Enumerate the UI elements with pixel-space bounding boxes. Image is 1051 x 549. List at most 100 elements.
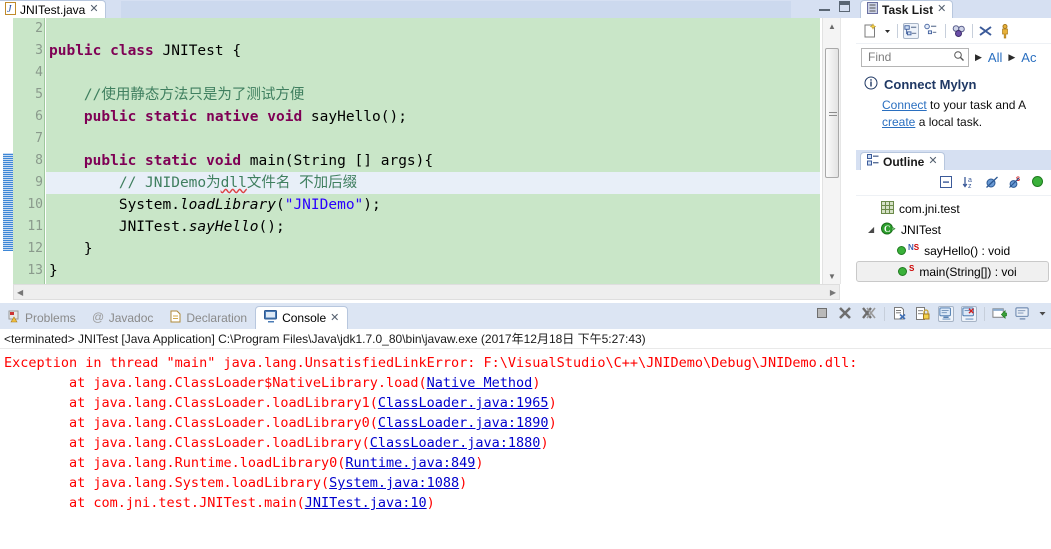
new-task-icon[interactable] — [862, 22, 878, 39]
focus-on-workweek-icon[interactable] — [951, 23, 967, 39]
connect-mylyn-line2-rest: a local task. — [915, 115, 983, 129]
console-line-text: ) — [532, 375, 541, 391]
tab-task-list-label: Task List — [882, 2, 934, 17]
stack-trace-link[interactable]: System.java:1088 — [329, 475, 459, 491]
stack-trace-link[interactable]: JNITest.java:10 — [305, 495, 427, 511]
editor-tab-label: JNITest.java — [20, 2, 86, 17]
hide-static-icon[interactable]: S — [1008, 175, 1024, 191]
line-number: 12 — [27, 241, 43, 256]
console-tab-label: Declaration — [186, 311, 248, 325]
clear-console-icon[interactable] — [892, 306, 908, 322]
hide-fields-icon[interactable] — [985, 175, 1001, 191]
console-tab-label: Console — [282, 311, 327, 325]
scheduled-view-icon[interactable] — [924, 23, 940, 39]
code-token: public — [49, 43, 111, 59]
code-token: (); — [258, 219, 285, 235]
view-menu-icon[interactable] — [999, 23, 1015, 39]
code-token: loadLibrary — [179, 197, 276, 213]
view-menu-dropdown-icon[interactable] — [1038, 306, 1047, 322]
filter-all-arrow-icon[interactable]: ▶ — [975, 52, 982, 63]
toolbar-separator — [884, 307, 885, 321]
editor-vertical-scrollbar[interactable]: ▲ ▼ — [822, 18, 840, 284]
scroll-right-icon[interactable]: ▶ — [830, 288, 836, 297]
minimize-icon[interactable] — [819, 3, 830, 11]
console-tab-problems[interactable]: Problems — [0, 307, 84, 329]
code-line: JNITest.sayHello(); — [46, 216, 820, 238]
remove-launch-icon[interactable] — [838, 306, 854, 322]
open-console-icon[interactable] — [992, 306, 1008, 322]
remove-all-terminated-icon[interactable] — [861, 306, 877, 322]
console-output[interactable]: Exception in thread "main" java.lang.Uns… — [0, 349, 1051, 513]
display-selected-console-icon[interactable] — [961, 306, 977, 322]
code-token: } — [49, 263, 58, 279]
overview-ruler[interactable] — [840, 18, 856, 284]
console-output-line: at java.lang.Runtime.loadLibrary0(Runtim… — [4, 453, 1051, 473]
toolbar-separator — [945, 23, 946, 38]
collapse-all-icon[interactable] — [978, 23, 994, 39]
collapse-all-icon[interactable] — [939, 175, 955, 191]
outline-panel: Outline ✕ a z S com.jni.test ◢ C JNITest… — [856, 152, 1051, 303]
search-icon[interactable] — [953, 50, 965, 65]
editor-tab-jnitest[interactable]: J JNITest.java ✕ — [0, 0, 106, 18]
code-text[interactable]: public class JNITest { //使用静态方法只是为了测试方便 … — [46, 18, 820, 284]
stack-trace-link[interactable]: ClassLoader.java:1965 — [378, 395, 549, 411]
outline-tree[interactable]: com.jni.test ◢ C JNITest NS sayHello() : void… — [856, 196, 1051, 282]
tab-outline[interactable]: Outline ✕ — [860, 152, 945, 170]
stack-trace-link[interactable]: Native Method — [427, 375, 533, 391]
code-token: ( — [275, 197, 285, 213]
new-task-dropdown-icon[interactable] — [883, 23, 892, 39]
stack-trace-link[interactable]: ClassLoader.java:1890 — [378, 415, 549, 431]
console-tab-javadoc[interactable]: @ Javadoc — [84, 307, 162, 329]
terminate-icon[interactable] — [815, 306, 831, 322]
console-line-text: at java.lang.ClassLoader$NativeLibrary.l… — [4, 375, 427, 391]
tab-task-list[interactable]: Task List ✕ — [860, 0, 954, 18]
console-tab-declaration[interactable]: Declaration — [161, 307, 255, 329]
console-tab-console[interactable]: Console ✕ — [255, 306, 349, 329]
method-icon — [897, 244, 906, 258]
console-view-menu-icon[interactable] — [1015, 306, 1031, 322]
expand-arrow-icon[interactable]: ◢ — [868, 225, 876, 234]
stack-trace-link[interactable]: Runtime.java:849 — [345, 455, 475, 471]
close-icon[interactable]: ✕ — [937, 4, 946, 15]
pin-console-icon[interactable] — [938, 306, 954, 322]
outline-item[interactable]: ◢ C JNITest — [856, 219, 1051, 240]
console-output-line: at com.jni.test.JNITest.main(JNITest.jav… — [4, 493, 1051, 513]
scroll-up-icon[interactable]: ▲ — [823, 18, 841, 34]
stack-trace-link[interactable]: ClassLoader.java:1880 — [370, 435, 541, 451]
outline-item[interactable]: com.jni.test — [856, 198, 1051, 219]
outline-item-label: sayHello() : void — [924, 243, 1011, 258]
filter-activity[interactable]: Ac — [1021, 50, 1036, 65]
code-line: public class JNITest { — [46, 40, 820, 62]
search-input[interactable]: Find — [861, 47, 969, 67]
filter-all[interactable]: All — [988, 50, 1002, 65]
scrollbar-thumb[interactable] — [825, 48, 839, 178]
close-icon[interactable]: ✕ — [928, 156, 937, 167]
close-icon[interactable]: ✕ — [89, 4, 98, 15]
hide-nonpublic-icon[interactable] — [1031, 175, 1047, 191]
editor-window-buttons — [819, 1, 850, 12]
code-line: } — [46, 260, 820, 282]
console-line-text: at java.lang.Runtime.loadLibrary0( — [4, 455, 346, 471]
maximize-icon[interactable] — [839, 1, 850, 12]
filter-activity-arrow-icon[interactable]: ▶ — [1008, 52, 1015, 63]
svg-text:@: @ — [92, 310, 104, 323]
console-line-text: ) — [475, 455, 484, 471]
connect-link[interactable]: Connect — [882, 98, 927, 112]
outline-item[interactable]: NS sayHello() : void — [856, 240, 1051, 261]
scroll-lock-icon[interactable] — [915, 306, 931, 322]
javadoc-icon: @ — [92, 310, 105, 326]
code-token: 文件名 不加后缀 — [246, 175, 358, 191]
sort-alphabetical-icon[interactable]: a z — [962, 175, 978, 191]
editor-horizontal-scrollbar[interactable]: ◀ ▶ — [13, 284, 840, 300]
close-icon[interactable]: ✕ — [330, 312, 339, 324]
scroll-down-icon[interactable]: ▼ — [823, 268, 841, 284]
line-number: 5 — [35, 87, 43, 102]
create-link[interactable]: create — [882, 115, 915, 129]
code-token: void — [206, 153, 250, 169]
console-line-text: at com.jni.test.JNITest.main( — [4, 495, 305, 511]
categorized-view-icon[interactable] — [903, 22, 919, 39]
outline-item[interactable]: Smain(String[]) : voi — [856, 261, 1049, 282]
eclipse-window: J JNITest.java ✕ 2 3 4 5 6 7 8 9 10 11 12 13 public… — [0, 0, 1051, 549]
scroll-left-icon[interactable]: ◀ — [17, 288, 23, 297]
svg-text:J: J — [7, 4, 12, 15]
